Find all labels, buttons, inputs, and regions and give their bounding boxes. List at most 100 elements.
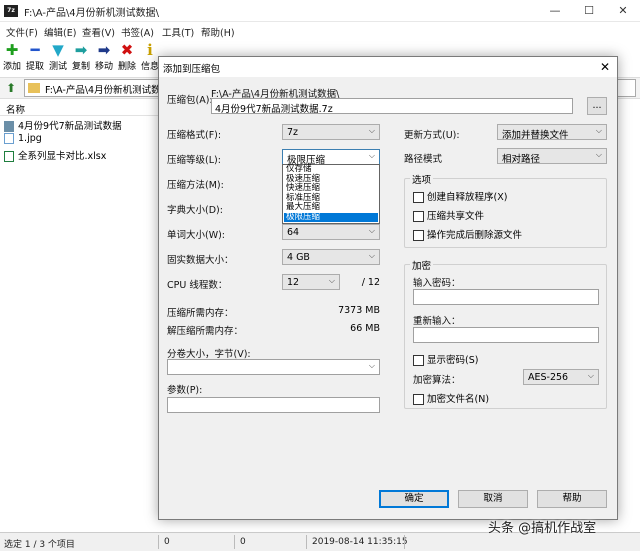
decompress-memory-label: 解压缩所需内存：	[167, 326, 244, 337]
reenter-password-input[interactable]	[413, 327, 599, 343]
create-sfx-checkbox[interactable]: 创建自释放程序(X)	[413, 189, 507, 203]
update-mode-label: 更新方式(U):	[404, 130, 460, 141]
menu-file[interactable]: 文件(F)	[6, 25, 38, 39]
word-size-value: 64	[287, 227, 300, 238]
close-button[interactable]: ✕	[608, 2, 638, 20]
add-icon: ✚	[5, 41, 19, 59]
excel-file-icon	[4, 151, 14, 162]
maximize-button[interactable]: ☐	[574, 2, 604, 20]
password-input[interactable]	[413, 289, 599, 305]
help-button[interactable]: 帮助	[537, 490, 607, 508]
checkbox-icon	[413, 192, 424, 203]
header-divider	[0, 115, 158, 116]
encryption-method-value: AES-256	[528, 372, 569, 383]
status-separator	[306, 535, 307, 549]
parameters-input[interactable]	[167, 397, 380, 413]
path-mode-label: 路径模式	[404, 154, 443, 165]
ok-button[interactable]: 确定	[379, 490, 449, 508]
watermark: 头条 @搞机作战室	[488, 521, 597, 536]
file-name: 1.jpg	[18, 133, 42, 144]
options-group-title: 选项	[410, 172, 434, 186]
checkbox-icon	[413, 355, 424, 366]
show-password-label: 显示密码(S)	[427, 355, 479, 366]
archive-label: 压缩包(A):	[167, 95, 213, 106]
status-separator	[404, 535, 405, 549]
format-value: 7z	[287, 127, 299, 138]
minimize-button[interactable]: —	[540, 2, 570, 20]
menu-help[interactable]: 帮助(H)	[201, 25, 235, 39]
image-file-icon	[4, 133, 14, 144]
level-select[interactable]: 极限压缩 ⌵	[282, 149, 380, 166]
extract-icon: ━	[30, 41, 40, 59]
word-size-select[interactable]: 64 ⌵	[282, 224, 380, 240]
file-name: 4月份9代7新品测试数据	[18, 121, 122, 132]
delete-after-checkbox[interactable]: 操作完成后删除源文件	[413, 227, 522, 241]
compress-shared-checkbox[interactable]: 压缩共享文件	[413, 208, 484, 222]
status-separator	[234, 535, 235, 549]
reenter-password-label: 重新输入：	[413, 316, 461, 327]
address-text: F:\A-产品\4月份新机测试数据\	[45, 85, 174, 96]
encryption-method-select[interactable]: AES-256 ⌵	[523, 369, 599, 385]
compress-memory-value: 7373 MB	[338, 305, 380, 316]
compress-shared-label: 压缩共享文件	[427, 211, 485, 222]
word-size-label: 单词大小(W):	[167, 230, 226, 241]
method-label: 压缩方法(M):	[167, 180, 224, 191]
show-password-checkbox[interactable]: 显示密码(S)	[413, 352, 478, 366]
format-select[interactable]: 7z ⌵	[282, 124, 380, 140]
level-dropdown-list: 仅存储 极速压缩 快速压缩 标准压缩 最大压缩 极限压缩	[282, 164, 380, 224]
menu-tools[interactable]: 工具(T)	[162, 25, 194, 39]
up-folder-button[interactable]: ⬆	[3, 80, 19, 96]
status-size: 0	[164, 537, 170, 547]
chevron-down-icon: ⌵	[595, 126, 602, 135]
chevron-down-icon: ⌵	[328, 276, 335, 285]
folder-icon	[4, 121, 14, 132]
list-item[interactable]: 4月份9代7新品测试数据	[4, 118, 122, 133]
up-arrow-icon: ⬆	[5, 81, 17, 95]
encrypt-names-label: 加密文件名(N)	[427, 394, 490, 405]
menu-view[interactable]: 查看(V)	[82, 25, 115, 39]
path-mode-select[interactable]: 相对路径 ⌵	[497, 148, 607, 165]
level-label: 压缩等级(L):	[167, 155, 221, 166]
path-mode-value: 相对路径	[502, 154, 541, 165]
cpu-threads-value: 12	[287, 277, 300, 288]
cancel-button[interactable]: 取消	[458, 490, 528, 508]
browse-button[interactable]: ...	[587, 97, 607, 115]
format-label: 压缩格式(F):	[167, 130, 222, 141]
dialog-title-bar: 添加到压缩包 ✕	[159, 57, 617, 77]
encrypt-names-checkbox[interactable]: 加密文件名(N)	[413, 391, 489, 405]
encryption-group-title: 加密	[410, 258, 434, 272]
volume-size-input[interactable]: ⌵	[167, 359, 380, 375]
delete-after-label: 操作完成后删除源文件	[427, 230, 523, 241]
checkbox-icon	[413, 230, 424, 241]
chevron-down-icon: ⌵	[595, 150, 602, 159]
menu-bookmarks[interactable]: 书签(A)	[121, 25, 154, 39]
cpu-threads-select[interactable]: 12 ⌵	[282, 274, 340, 290]
chevron-down-icon: ⌵	[587, 371, 594, 380]
compress-memory-label: 压缩所需内存：	[167, 308, 234, 319]
list-item[interactable]: 1.jpg	[4, 133, 42, 148]
status-selection: 选定 1 / 3 个项目	[4, 540, 75, 550]
file-list: 名称 4月份9代7新品测试数据 1.jpg 全系列显卡对比.xlsx	[0, 99, 158, 530]
copy-icon: ➡	[74, 41, 88, 59]
create-sfx-label: 创建自释放程序(X)	[427, 192, 508, 203]
list-item[interactable]: 全系列显卡对比.xlsx	[4, 148, 106, 163]
update-mode-select[interactable]: 添加并替换文件 ⌵	[497, 124, 607, 141]
folder-icon	[28, 83, 40, 93]
archive-name-input[interactable]: 4月份9代7新品测试数据.7z	[211, 98, 573, 114]
menu-edit[interactable]: 编辑(E)	[44, 25, 76, 39]
volume-size-label: 分卷大小，字节(V):	[167, 349, 251, 360]
dialog-close-button[interactable]: ✕	[595, 58, 615, 76]
password-label: 输入密码：	[413, 278, 461, 289]
move-icon: ➡	[97, 41, 111, 59]
column-header-name[interactable]: 名称	[6, 102, 25, 116]
chevron-down-icon: ⌵	[368, 361, 375, 370]
level-option-ultra[interactable]: 极限压缩	[284, 212, 378, 222]
parameters-label: 参数(P):	[167, 385, 203, 396]
update-mode-value: 添加并替换文件	[502, 130, 569, 141]
dialog-title: 添加到压缩包	[163, 64, 221, 75]
test-icon: ▼	[52, 41, 64, 59]
app-icon: 7z	[4, 5, 18, 17]
chevron-down-icon: ⌵	[368, 126, 375, 135]
dictionary-label: 字典大小(D):	[167, 205, 223, 216]
solid-size-select[interactable]: 4 GB ⌵	[282, 249, 380, 265]
